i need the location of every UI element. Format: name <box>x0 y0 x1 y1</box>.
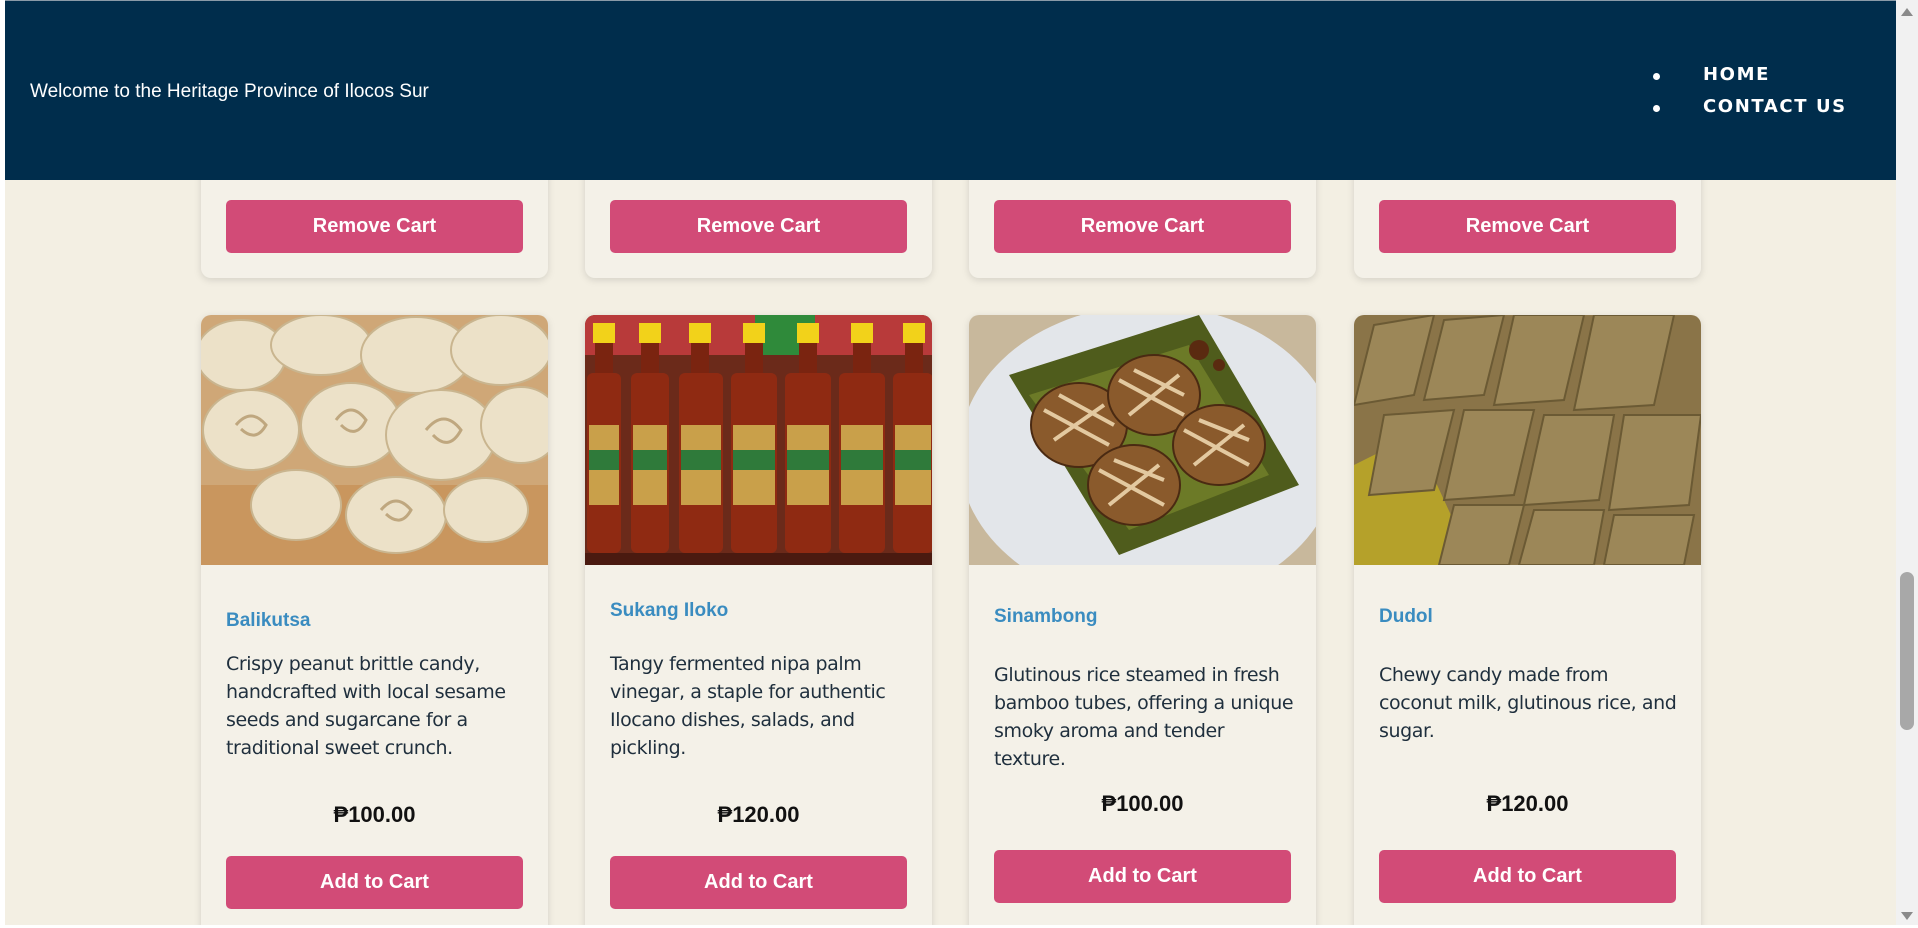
product-card: Dudol Chewy candy made from coconut milk… <box>1354 315 1701 928</box>
nav-home[interactable]: HOME <box>1653 61 1847 93</box>
welcome-text: Welcome to the Heritage Province of Iloc… <box>30 81 429 102</box>
product-description: Chewy candy made from coconut milk, glut… <box>1379 664 1677 742</box>
product-price: ₱120.00 <box>717 802 800 827</box>
product-price: ₱100.00 <box>333 802 416 827</box>
product-title: Dudol <box>1379 606 1433 627</box>
product-price: ₱120.00 <box>1486 791 1569 816</box>
bullet-icon <box>1653 73 1660 80</box>
header-overlay: Welcome to the Heritage Province of Iloc… <box>5 0 1896 180</box>
product-description: Crispy peanut brittle candy, handcrafted… <box>226 653 506 759</box>
balikutsa-photo <box>201 315 548 565</box>
remove-cart-button[interactable]: Remove Cart <box>610 200 907 253</box>
sinambong-image <box>969 315 1316 565</box>
nav-contact-us[interactable]: CONTACT US <box>1653 93 1847 125</box>
balikutsa-image <box>201 315 548 565</box>
main-nav: HOME CONTACT US <box>1653 61 1847 125</box>
nav-contact-label: CONTACT US <box>1703 96 1847 117</box>
remove-cart-button[interactable]: Remove Cart <box>226 200 523 253</box>
scroll-up-icon[interactable] <box>1901 8 1913 16</box>
page-scrollbar[interactable] <box>1896 0 1918 928</box>
add-to-cart-button[interactable]: Add to Cart <box>1379 850 1676 903</box>
bullet-icon <box>1653 105 1660 112</box>
add-to-cart-button[interactable]: Add to Cart <box>994 850 1291 903</box>
product-title: Sukang Iloko <box>610 600 729 621</box>
product-card: Sukang Iloko Tangy fermented nipa palm v… <box>585 315 932 928</box>
add-to-cart-button[interactable]: Add to Cart <box>610 856 907 909</box>
product-price: ₱100.00 <box>1101 791 1184 816</box>
sinambong-photo <box>969 315 1316 565</box>
product-card: Balikutsa Crispy peanut brittle candy, h… <box>201 315 548 928</box>
dudol-image <box>1354 315 1701 565</box>
add-to-cart-button[interactable]: Add to Cart <box>226 856 523 909</box>
remove-cart-button[interactable]: Remove Cart <box>994 200 1291 253</box>
product-description: Tangy fermented nipa palm vinegar, a sta… <box>610 653 886 759</box>
product-card: Sinambong Glutinous rice steamed in fres… <box>969 315 1316 928</box>
scroll-thumb[interactable] <box>1900 572 1914 730</box>
scroll-down-icon[interactable] <box>1901 912 1913 920</box>
product-description: Glutinous rice steamed in fresh bamboo t… <box>994 664 1294 770</box>
sukang-iloko-photo <box>585 315 932 565</box>
product-title: Balikutsa <box>226 610 311 631</box>
remove-cart-button[interactable]: Remove Cart <box>1379 200 1676 253</box>
nav-home-label: HOME <box>1703 64 1770 85</box>
product-title: Sinambong <box>994 606 1098 627</box>
sukang-iloko-image <box>585 315 932 565</box>
dudol-photo <box>1354 315 1701 565</box>
